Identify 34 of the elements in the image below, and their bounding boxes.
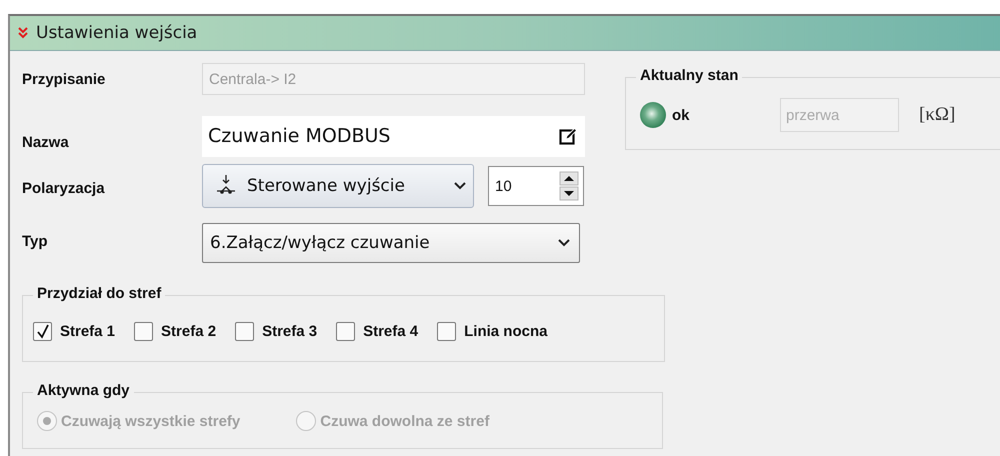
group-title: Aktywna gdy — [33, 382, 134, 400]
input-field[interactable]: Czuwanie MODBUS — [202, 116, 585, 156]
status-light-icon — [640, 102, 666, 128]
caret-icon — [557, 238, 571, 248]
dropdown-button[interactable]: Sterowane wyjście — [202, 164, 474, 208]
radio-label: Czuwa dowolna ze stref — [320, 412, 490, 430]
radio-label: Czuwają wszystkie strefy — [61, 412, 240, 430]
field-label: Nazwa — [22, 132, 70, 150]
checkbox-label: Strefa 3 — [262, 323, 318, 340]
number-field[interactable]: 10 — [488, 166, 584, 206]
checkbox[interactable] — [33, 322, 52, 341]
checkbox-label: Strefa 4 — [363, 323, 418, 340]
checkbox-label: Strefa 2 — [161, 323, 216, 340]
caret-icon — [453, 181, 467, 191]
group-title: Aktualny stan — [636, 67, 742, 85]
chevron-down-icon — [18, 27, 28, 39]
input-field: przerwa — [780, 98, 899, 132]
unit-label: [κΩ] — [919, 104, 956, 126]
checkbox[interactable] — [235, 322, 254, 341]
field-label: Przypisanie — [22, 70, 106, 88]
panel-header[interactable]: Ustawienia wejścia — [10, 16, 1000, 51]
field-label: Typ — [22, 232, 49, 252]
stepper-icon — [559, 171, 579, 201]
group-title: Przydział do stref — [33, 285, 166, 303]
checkbox-label: Strefa 1 — [60, 323, 116, 340]
checkbox[interactable] — [134, 322, 154, 341]
status-text: ok — [672, 106, 691, 124]
panel-title: Ustawienia wejścia — [36, 23, 198, 43]
dropdown[interactable]: 6.Załącz/wyłącz czuwanie — [202, 223, 580, 263]
checkbox[interactable] — [437, 322, 456, 341]
edit-icon — [559, 127, 577, 145]
checkbox-label: Linia nocna — [464, 323, 548, 340]
checkbox[interactable] — [336, 322, 356, 341]
field-label: Polaryzacja — [22, 178, 106, 196]
